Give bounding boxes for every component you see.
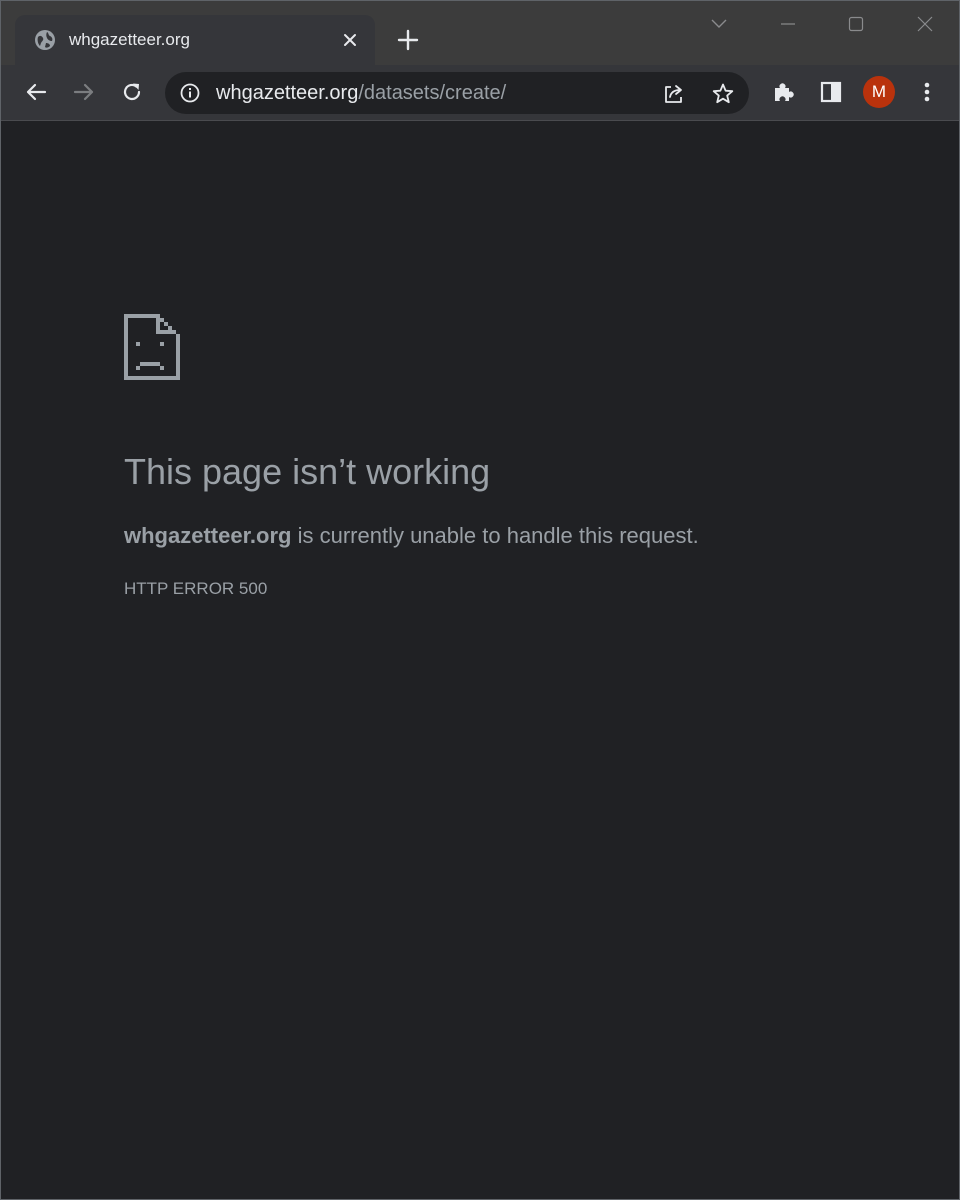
new-tab-button[interactable]: [394, 26, 422, 54]
error-code: HTTP ERROR 500: [124, 579, 268, 598]
back-arrow-icon[interactable]: [21, 77, 51, 107]
sad-page-icon: [124, 314, 180, 380]
page-content: This page isn’t working whgazetteer.org …: [1, 121, 959, 1199]
tab-strip: whgazetteer.org: [1, 1, 959, 65]
maximize-icon[interactable]: [841, 9, 871, 39]
error-summary: whgazetteer.org is currently unable to h…: [124, 523, 699, 549]
error-heading: This page isn’t working: [124, 451, 491, 492]
tab-active[interactable]: whgazetteer.org: [15, 15, 375, 65]
chevron-down-icon[interactable]: [704, 9, 734, 39]
error-message: is currently unable to handle this reque…: [291, 523, 699, 548]
address-bar[interactable]: whgazetteer.org/datasets/create/: [165, 72, 749, 114]
more-vert-icon[interactable]: [912, 77, 942, 107]
error-host: whgazetteer.org: [124, 523, 292, 548]
star-icon[interactable]: [710, 81, 736, 107]
toolbar: whgazetteer.org/datasets/create/ M: [1, 65, 959, 121]
minimize-icon[interactable]: [773, 9, 803, 39]
info-icon[interactable]: [179, 82, 201, 104]
browser-window: whgazetteer.org whgazetteer.org/datasets…: [0, 0, 960, 1200]
share-icon[interactable]: [661, 81, 687, 107]
close-window-icon[interactable]: [910, 9, 940, 39]
globe-icon: [33, 28, 57, 52]
forward-arrow-icon[interactable]: [69, 77, 99, 107]
url-text[interactable]: whgazetteer.org/datasets/create/: [216, 82, 506, 105]
side-panel-icon[interactable]: [816, 77, 846, 107]
avatar[interactable]: M: [863, 76, 895, 108]
reload-icon[interactable]: [117, 77, 147, 107]
tab-title: whgazetteer.org: [69, 30, 190, 49]
extensions-icon[interactable]: [769, 77, 799, 107]
close-icon[interactable]: [339, 29, 361, 51]
url-path: /datasets/create/: [358, 82, 507, 104]
url-host: whgazetteer.org: [216, 82, 359, 104]
